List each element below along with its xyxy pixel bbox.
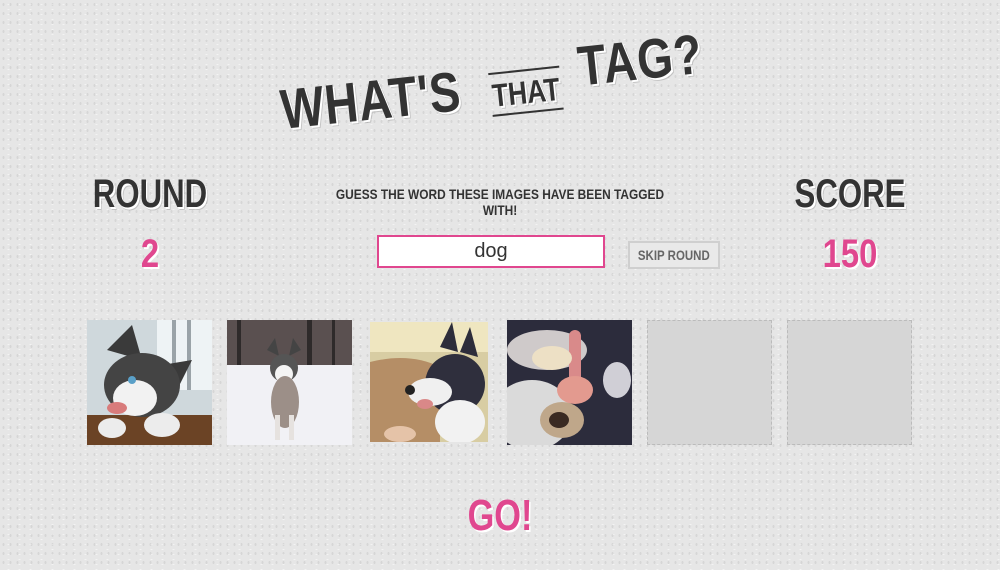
skip-round-label: SKIP ROUND xyxy=(638,247,710,263)
score-value: 150 xyxy=(822,232,878,276)
score-label: SCORE xyxy=(794,172,906,216)
husky-snow-image xyxy=(227,320,352,445)
image-tile-5-hidden xyxy=(647,320,772,445)
title-word-tag: TAG? xyxy=(574,21,706,98)
husky-car-image xyxy=(370,322,488,442)
round-value: 2 xyxy=(140,232,160,276)
game-title: WHAT'S THAT TAG? xyxy=(276,17,724,162)
skip-round-button[interactable]: SKIP ROUND xyxy=(628,241,720,269)
guess-input[interactable] xyxy=(377,235,605,268)
image-tile-1 xyxy=(87,320,212,445)
image-tile-3 xyxy=(370,322,488,442)
image-tile-4 xyxy=(507,320,632,445)
pug-paw-image xyxy=(507,320,632,445)
image-tile-6-hidden xyxy=(787,320,912,445)
instructions-text: GUESS THE WORD THESE IMAGES HAVE BEEN TA… xyxy=(335,186,665,218)
go-button[interactable]: GO! xyxy=(461,488,539,544)
title-word-whats: WHAT'S xyxy=(277,59,464,141)
title-word-that: THAT xyxy=(488,65,564,117)
husky-puppy-image xyxy=(87,320,212,445)
image-tile-2 xyxy=(227,320,352,445)
round-label: ROUND xyxy=(92,172,208,216)
